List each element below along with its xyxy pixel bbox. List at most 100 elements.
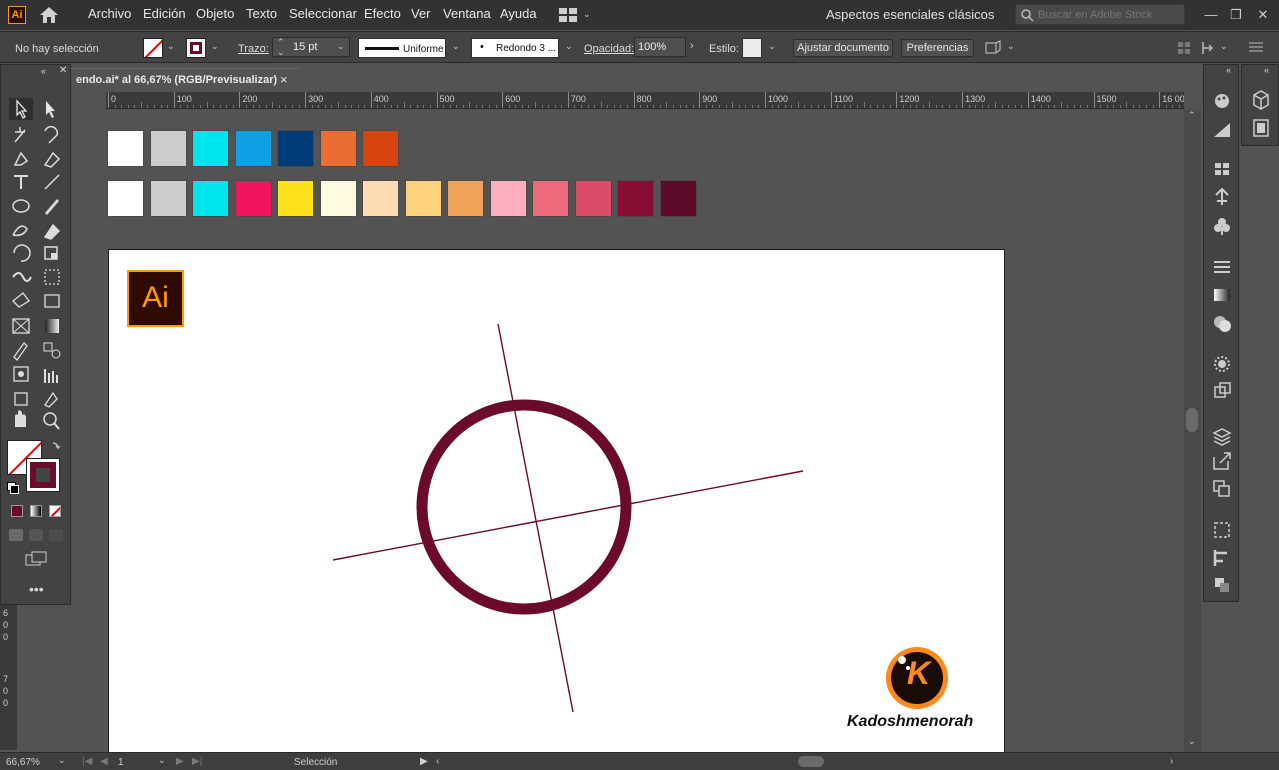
menu-item[interactable]: Ver: [405, 0, 437, 30]
color-swatch[interactable]: [149, 180, 187, 217]
home-icon[interactable]: [38, 5, 60, 25]
color-swatch[interactable]: [277, 180, 314, 217]
chevron-down-icon[interactable]: ⌄: [211, 41, 219, 52]
chevron-right-icon[interactable]: ›: [690, 40, 694, 52]
none-mode-button[interactable]: [49, 505, 61, 517]
menu-item[interactable]: Objeto: [190, 0, 240, 30]
menu-item[interactable]: Edición: [137, 0, 192, 30]
color-swatch[interactable]: [362, 130, 399, 167]
artboard[interactable]: Ai K Kadoshmenorah: [108, 249, 1005, 754]
zoom-level[interactable]: 66,67%: [6, 757, 40, 768]
menu-item[interactable]: Ayuda: [494, 0, 543, 30]
chevron-down-icon[interactable]: ⌄: [1220, 41, 1228, 52]
chevron-down-icon[interactable]: ⌄: [565, 41, 573, 52]
align-icon[interactable]: [1176, 40, 1192, 56]
color-swatch[interactable]: [234, 130, 272, 167]
menu-item[interactable]: Seleccionar: [283, 0, 363, 30]
color-swatch[interactable]: [447, 180, 484, 217]
workspace-select[interactable]: Aspectos esenciales clásicos ⌄: [818, 4, 1002, 43]
opacity-label[interactable]: Opacidad:: [584, 43, 634, 55]
color-swatch[interactable]: [617, 180, 654, 217]
next-artboard-icon[interactable]: ▶: [176, 756, 184, 767]
transform-icon[interactable]: [984, 40, 1002, 56]
color-mode-button[interactable]: [11, 505, 23, 517]
chevron-down-icon[interactable]: ⌄: [1007, 41, 1015, 52]
isolate-icon[interactable]: [1200, 40, 1216, 56]
color-swatch[interactable]: [319, 130, 357, 167]
style-swatch[interactable]: [742, 38, 762, 58]
stroke-swatch[interactable]: [186, 38, 206, 58]
menu-item[interactable]: Texto: [240, 0, 283, 30]
ruler-label: 100: [176, 94, 192, 104]
color-swatch[interactable]: [192, 180, 229, 217]
last-artboard-icon[interactable]: ▶|: [192, 756, 202, 767]
panel-menu-icon[interactable]: [1249, 41, 1263, 53]
opacity-field[interactable]: 100%: [634, 37, 686, 57]
stroke-color-box[interactable]: [26, 458, 60, 492]
default-colors-icon[interactable]: [7, 482, 19, 494]
color-swatch[interactable]: [277, 130, 314, 167]
ruler-minor-tick: [863, 102, 865, 108]
vertical-scrollbar[interactable]: ⌃ ⌄: [1184, 110, 1201, 752]
gradient-mode-button[interactable]: [30, 505, 42, 517]
restore-button[interactable]: ❐: [1227, 6, 1245, 24]
document-tab[interactable]: endo.ai* al 66,67% (RGB/Previsualizar) ×: [72, 68, 298, 92]
tools-panel: « ✕ •••: [0, 64, 71, 605]
first-artboard-icon[interactable]: |◀: [82, 756, 92, 767]
scroll-left-icon[interactable]: ‹: [436, 756, 439, 767]
color-swatch[interactable]: [149, 130, 187, 167]
status-menu-icon[interactable]: ▶: [420, 756, 428, 767]
scroll-up-icon[interactable]: ⌃: [1188, 110, 1196, 121]
artboard-number[interactable]: 1: [118, 757, 124, 768]
chevron-down-icon[interactable]: ⌄: [768, 41, 776, 52]
preferences-button[interactable]: Preferencias: [901, 39, 974, 57]
draw-behind-button[interactable]: [29, 529, 43, 541]
stroke-profile-select[interactable]: Uniforme: [358, 38, 446, 58]
color-swatch[interactable]: [234, 180, 272, 217]
chevron-down-icon[interactable]: ⌄: [158, 755, 166, 766]
stroke-weight-field[interactable]: ⌃ ⌄ 15 pt ⌄: [272, 37, 350, 57]
prev-artboard-icon[interactable]: ◀: [100, 756, 108, 767]
color-swatch[interactable]: [362, 180, 399, 217]
chevron-down-icon[interactable]: ⌄: [167, 41, 175, 52]
color-swatch[interactable]: [659, 180, 697, 217]
color-swatch[interactable]: [107, 130, 144, 167]
vertical-ruler[interactable]: 6 0 0 7 0 0: [0, 605, 17, 750]
stock-search[interactable]: [1015, 4, 1185, 25]
close-window-button[interactable]: ✕: [1254, 6, 1272, 24]
brush-select[interactable]: • Redondo 3 ...: [471, 38, 559, 58]
chevron-down-icon[interactable]: ⌄: [58, 755, 66, 766]
draw-normal-button[interactable]: [9, 529, 23, 541]
color-swatch[interactable]: [404, 180, 442, 217]
scroll-right-icon[interactable]: ›: [1170, 756, 1173, 767]
adjust-document-button[interactable]: Ajustar documento: [793, 39, 893, 57]
color-swatch[interactable]: [489, 180, 527, 217]
color-swatch[interactable]: [319, 180, 357, 217]
ruler-minor-tick: [180, 105, 182, 108]
menu-item[interactable]: Archivo: [82, 0, 137, 30]
color-swatch[interactable]: [192, 130, 229, 167]
minimize-button[interactable]: —: [1202, 6, 1220, 24]
color-swatch[interactable]: [574, 180, 612, 217]
fill-swatch[interactable]: [143, 38, 163, 58]
scroll-thumb[interactable]: [1186, 408, 1198, 432]
menu-item[interactable]: Efecto: [358, 0, 407, 30]
scroll-down-icon[interactable]: ⌄: [1188, 736, 1196, 747]
stock-search-input[interactable]: [1038, 6, 1178, 23]
stroke-label[interactable]: Trazo:: [238, 43, 269, 55]
chevron-down-icon[interactable]: ⌄: [337, 41, 345, 52]
more-tools-icon[interactable]: •••: [29, 581, 44, 597]
stepper-icon[interactable]: ⌃ ⌄: [277, 37, 285, 57]
arrange-documents-icon[interactable]: [559, 8, 577, 22]
horizontal-scroll-thumb[interactable]: [798, 756, 824, 767]
screen-mode-icon[interactable]: [25, 551, 49, 567]
draw-inside-button[interactable]: [49, 529, 63, 541]
color-swatch[interactable]: [107, 180, 144, 217]
horizontal-ruler[interactable]: 0 100 200 300 400 500 600 700 800 900 1000 1100 1200…: [106, 92, 1184, 109]
menu-item[interactable]: Ventana: [437, 0, 497, 30]
chevron-down-icon[interactable]: ⌄: [583, 9, 591, 20]
color-swatch[interactable]: [532, 180, 569, 217]
close-tab-icon[interactable]: ×: [280, 69, 288, 91]
chevron-down-icon[interactable]: ⌄: [452, 41, 460, 52]
ruler-minor-tick: [213, 105, 215, 108]
